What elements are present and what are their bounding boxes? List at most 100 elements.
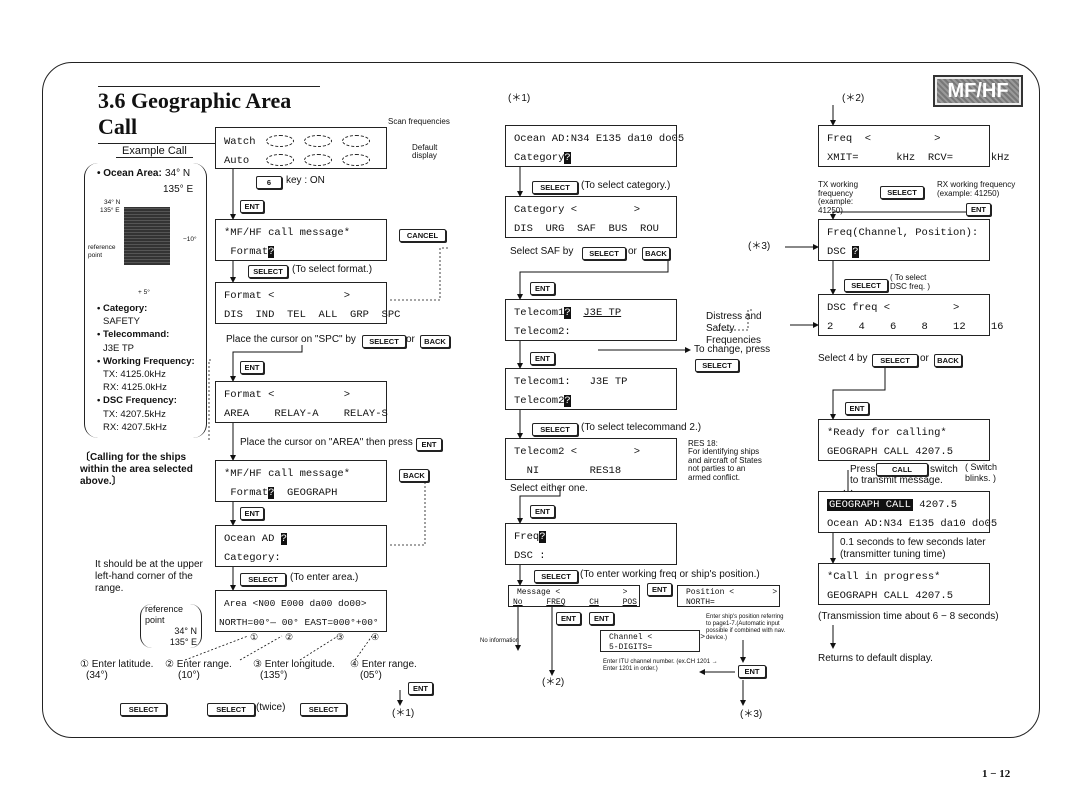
step-3-value: (135°) xyxy=(260,670,288,681)
ref-1-label: (＊1) xyxy=(508,93,531,104)
screen-freq-channel-position: Freq(Channel, Position): DSC ? xyxy=(818,219,990,261)
screen-call-message-geo: *MF/HF call message* Format? GEOGRAPH xyxy=(215,460,387,502)
select-button[interactable]: SELECT xyxy=(844,279,888,292)
step-4-value: (05°) xyxy=(360,670,382,681)
screen-line: Freq < > xyxy=(827,133,941,145)
to-enter-area: (To enter area.) xyxy=(290,572,359,583)
option-pos[interactable]: POS xyxy=(623,598,637,607)
detail-line: • Working Frequency: xyxy=(97,355,195,367)
screen-line: DSC : xyxy=(514,550,546,562)
ent-button[interactable]: ENT xyxy=(647,583,672,596)
detail-line: SAFETY xyxy=(103,316,140,328)
back-button[interactable]: BACK xyxy=(642,247,670,260)
select-button[interactable]: SELECT xyxy=(880,186,924,199)
screen-line: *Ready for calling* xyxy=(827,427,947,439)
screen-telecom2: Telecom1: J3E TP Telecom2? xyxy=(505,368,677,410)
ent-button[interactable]: ENT xyxy=(530,282,555,295)
select-button[interactable]: SELECT xyxy=(362,335,406,348)
screen-line: Category: xyxy=(224,552,281,564)
select-button[interactable]: SELECT xyxy=(582,247,626,260)
cancel-button[interactable]: CANCEL xyxy=(399,229,446,242)
detail-line: • Category: xyxy=(97,303,148,314)
screen-position: Position < > NORTH= xyxy=(677,585,780,607)
screen-line: Telecom1 xyxy=(514,307,565,319)
ent-button[interactable]: ENT xyxy=(530,505,555,518)
scan-oval xyxy=(304,154,333,166)
screen-line: Ocean AD xyxy=(224,533,281,545)
default-display-label: Default display xyxy=(412,143,438,160)
upper-left-note: It should be at the upper left-hand corn… xyxy=(95,559,203,594)
screen-line: Position < > xyxy=(686,588,778,597)
ent-button[interactable]: ENT xyxy=(589,612,614,625)
scan-oval xyxy=(342,154,371,166)
select-button[interactable]: SELECT xyxy=(240,573,286,586)
select-button[interactable]: SELECT xyxy=(695,359,739,372)
screen-line: GEOGRAPH xyxy=(287,487,338,499)
select-button[interactable]: SELECT xyxy=(207,703,255,716)
screen-line: Channel < > xyxy=(609,633,706,642)
select-button[interactable]: SELECT xyxy=(120,703,167,716)
screen-line: Category < > xyxy=(514,204,641,216)
back-button[interactable]: BACK xyxy=(934,354,962,367)
cursor: ? xyxy=(268,246,275,258)
ent-button[interactable]: ENT xyxy=(556,612,581,625)
screen-line: DIS IND TEL ALL GRP SPC xyxy=(224,309,401,321)
ent-button[interactable]: ENT xyxy=(240,200,264,213)
key-on-text: key : ON xyxy=(286,175,325,186)
screen-line: DSC freq < > xyxy=(827,302,960,314)
scan-oval xyxy=(341,135,370,147)
screen-line: GEOGRAPH CALL 4207.5 xyxy=(827,590,954,602)
ent-button[interactable]: ENT xyxy=(845,402,869,415)
screen-line: Format xyxy=(230,246,269,258)
key-6-button[interactable]: 6 xyxy=(256,176,282,189)
ship-position-note: Enter ship's position referring to page1… xyxy=(706,614,786,641)
select-button[interactable]: SELECT xyxy=(534,570,578,583)
select-button[interactable]: SELECT xyxy=(248,265,288,278)
screen-ocean-category: Ocean AD:N34 E135 da10 do05 Category? xyxy=(505,125,684,167)
option-freq[interactable]: FREQ xyxy=(546,598,565,607)
screen-line: Area <N00 E000 da00 do00> xyxy=(224,598,367,609)
ocean-area-label: • Ocean Area: xyxy=(97,168,162,179)
back-button[interactable]: BACK xyxy=(420,335,450,348)
ent-button[interactable]: ENT xyxy=(240,361,264,374)
screen-ocean-ad: Ocean AD ? Category: xyxy=(215,525,387,567)
select-either-text: Select either one. xyxy=(510,483,588,494)
ent-button[interactable]: ENT xyxy=(738,665,766,678)
ent-button[interactable]: ENT xyxy=(966,203,991,216)
ent-button[interactable]: ENT xyxy=(240,507,264,520)
cursor: ? xyxy=(539,531,546,543)
screen-call-in-progress: *Call in progress* GEOGRAPH CALL 4207.5 xyxy=(818,563,990,605)
select-button[interactable]: SELECT xyxy=(872,354,918,367)
screen-line: Format < > xyxy=(224,290,351,302)
option-no[interactable]: No xyxy=(513,598,523,607)
tx-working-note: TX working frequency (example: 41250) xyxy=(818,180,859,215)
select-button[interactable]: SELECT xyxy=(532,181,578,194)
select-button[interactable]: SELECT xyxy=(532,423,578,436)
screen-geograph-call: GEOGRAPH CALL 4207.5 Ocean AD:N34 E135 d… xyxy=(818,491,997,533)
cursor: ? xyxy=(564,307,571,319)
calling-note: 〔Calling for the ships within the area s… xyxy=(80,452,193,487)
map-reference-point: reference point xyxy=(88,244,116,259)
screen-line: XMIT= kHz RCV= kHz xyxy=(827,152,1010,164)
watch-label: Watch xyxy=(224,135,256,148)
detail-line: • DSC Frequency: xyxy=(97,395,177,407)
map-corner-e: 135° E xyxy=(100,207,120,214)
example-details: • Category: SAFETY • Telecommand: J3E TP… xyxy=(97,302,195,434)
detail-line: TX: 4125.0kHz xyxy=(103,369,166,381)
ent-button[interactable]: ENT xyxy=(416,438,442,451)
ent-button[interactable]: ENT xyxy=(530,352,555,365)
detail-line: • Telecommand: xyxy=(97,329,170,341)
screen-line: Message < > xyxy=(517,588,628,597)
screen-channel: Channel < > 5-DIGITS= xyxy=(600,630,705,652)
select-button[interactable]: SELECT xyxy=(300,703,347,716)
option-ch[interactable]: CH xyxy=(589,598,599,607)
ref-point-e: 135° E xyxy=(169,637,197,647)
screen-line: DIS URG SAF BUS ROU xyxy=(514,223,659,235)
auto-label: Auto xyxy=(224,154,250,167)
back-button[interactable]: BACK xyxy=(399,469,429,482)
screen-telecom1: Telecom1? J3E TP Telecom2: xyxy=(505,299,677,341)
screen-line: GEOGRAPH CALL 4207.5 xyxy=(827,446,954,458)
ent-button[interactable]: ENT xyxy=(408,682,433,695)
screen-line: Ocean AD:N34 E135 da10 do05 xyxy=(827,518,998,530)
or-text: or xyxy=(920,353,929,364)
